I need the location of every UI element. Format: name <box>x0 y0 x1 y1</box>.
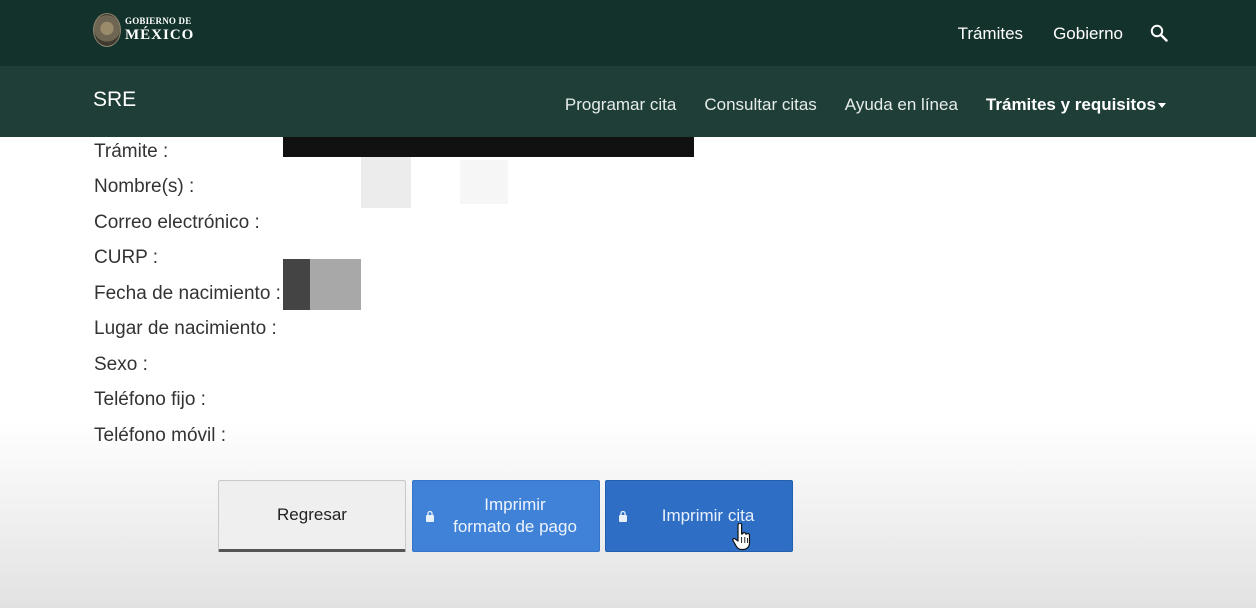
label-sexo: Sexo : <box>94 353 148 375</box>
print-payment-line1: Imprimir <box>484 494 546 514</box>
nav-consultar-citas[interactable]: Consultar citas <box>704 95 816 115</box>
regresar-label: Regresar <box>277 504 347 524</box>
logo-text: GOBIERNO DE MÉXICO <box>125 17 194 43</box>
dropdown-label: Trámites y requisitos <box>985 95 1156 114</box>
print-appointment-button[interactable]: Imprimir cita <box>605 480 793 552</box>
print-payment-line2: formato de pago <box>453 517 577 536</box>
gobierno-logo[interactable]: GOBIERNO DE MÉXICO <box>93 13 194 47</box>
logo-small-text: GOBIERNO DE <box>125 16 192 26</box>
sre-navbar: SRE Programar cita Consultar citas Ayuda… <box>0 66 1256 137</box>
nav-tramites[interactable]: Trámites <box>958 24 1024 44</box>
logo-big-text: MÉXICO <box>125 27 195 43</box>
label-curp: CURP : <box>94 247 159 269</box>
seal-icon <box>93 13 121 47</box>
brand-sre[interactable]: SRE <box>93 88 136 112</box>
gov-nav: Trámites Gobierno <box>958 24 1123 44</box>
redacted-fecha-value <box>283 259 310 310</box>
redacted-nombre-value-2 <box>460 160 508 204</box>
nav-tramites-requisitos-dropdown[interactable]: Trámites y requisitos <box>986 95 1166 115</box>
print-icon <box>426 511 434 522</box>
print-payment-button[interactable]: Imprimir formato de pago <box>412 480 600 552</box>
sre-nav: Programar cita Consultar citas Ayuda en … <box>565 95 1166 115</box>
label-tramite: Trámite : <box>94 140 169 162</box>
search-icon[interactable] <box>1150 24 1168 42</box>
redacted-tramite-value <box>283 137 694 157</box>
label-telefono-fijo: Teléfono fijo : <box>94 389 206 411</box>
appointment-details: Trámite : Nombre(s) : Correo electrónico… <box>94 134 281 454</box>
caret-down-icon <box>1158 103 1166 109</box>
nav-gobierno[interactable]: Gobierno <box>1053 24 1123 44</box>
print-payment-label: Imprimir formato de pago <box>453 494 577 538</box>
nav-programar-cita[interactable]: Programar cita <box>565 95 676 115</box>
label-fecha-nacimiento: Fecha de nacimiento : <box>94 282 281 304</box>
label-nombres: Nombre(s) : <box>94 176 195 198</box>
redacted-nombre-value <box>361 157 411 208</box>
redacted-fecha-value-2 <box>310 259 361 310</box>
label-telefono-movil: Teléfono móvil : <box>94 424 227 446</box>
label-lugar-nacimiento: Lugar de nacimiento : <box>94 318 277 340</box>
regresar-button[interactable]: Regresar <box>218 480 406 552</box>
nav-ayuda-en-linea[interactable]: Ayuda en línea <box>845 95 958 115</box>
gov-header: GOBIERNO DE MÉXICO Trámites Gobierno <box>0 0 1256 66</box>
label-correo: Correo electrónico : <box>94 211 260 233</box>
print-icon <box>619 511 627 522</box>
hand-cursor-icon <box>732 523 751 551</box>
